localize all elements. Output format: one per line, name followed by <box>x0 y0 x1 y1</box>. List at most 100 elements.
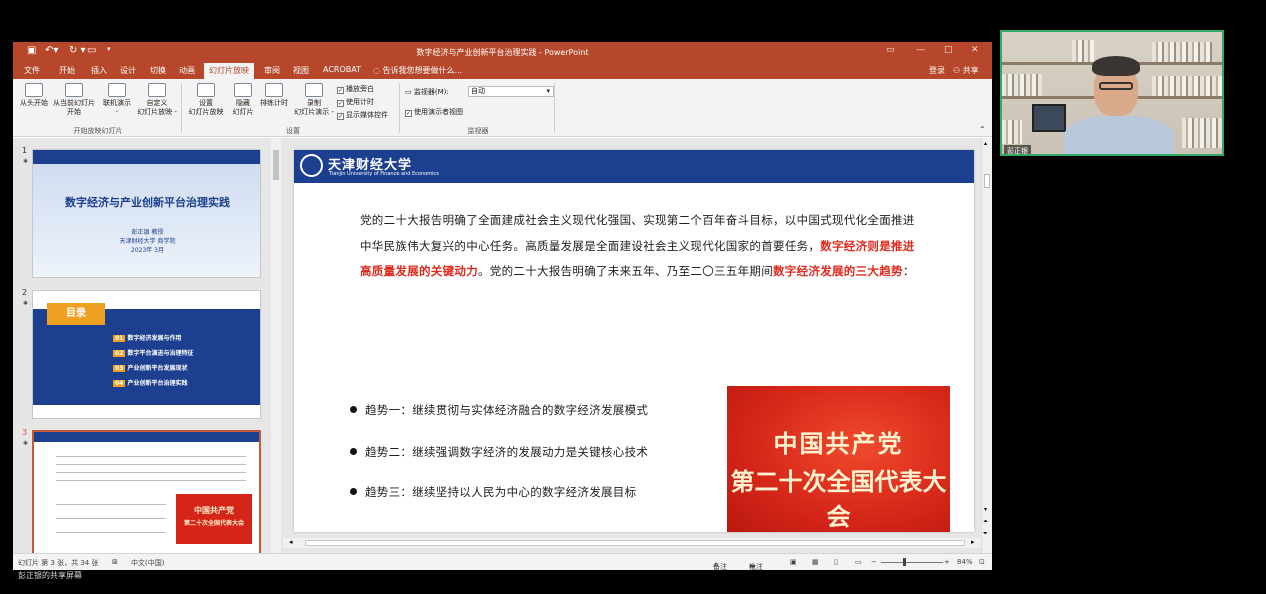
zoom-level[interactable]: 84% <box>957 558 973 566</box>
participant-video[interactable]: 彭正银 <box>1000 30 1224 156</box>
status-bar: 幻灯片 第 3 张，共 34 张 ⊠ 中文(中国) ≛ 备注 ▬ 批注 ▣ ▦ … <box>13 553 992 570</box>
trend-bullet: 趋势三：继续坚持以人民为中心的数字经济发展目标 <box>350 484 636 500</box>
person-shirt <box>1064 116 1174 154</box>
scrollbar-thumb[interactable] <box>984 174 990 188</box>
thumb-background <box>33 164 260 277</box>
narration-checkbox[interactable]: ✓ 播放旁白 <box>337 84 374 94</box>
share-button[interactable]: ⚇ 共享 <box>953 65 979 76</box>
tell-me-box[interactable]: ◌ 告诉我您想要做什么... <box>373 65 462 76</box>
transition-star-icon: ✱ <box>23 158 29 165</box>
participant-name: 彭正银 <box>1004 145 1031 154</box>
rehearse-timings-button[interactable]: 排练计时 <box>257 83 291 108</box>
maximize-icon[interactable]: □ <box>944 45 953 55</box>
collapse-ribbon-icon[interactable]: ⌃ <box>979 125 986 134</box>
thumb-header-bar <box>34 432 259 442</box>
record-icon <box>305 83 323 97</box>
scrollbar-thumb[interactable] <box>305 540 965 546</box>
slide-thumbnails-pane: 1 ✱ 数字经济与产业创新平台治理实践 彭正银 教授 天津财经大学 商学院 20… <box>13 138 283 553</box>
presenter-view-checkbox[interactable]: ✓ 使用演示者视图 <box>405 107 463 117</box>
minimize-icon[interactable]: — <box>916 45 925 55</box>
tab-review[interactable]: 审阅 <box>264 65 280 76</box>
tab-acrobat[interactable]: ACROBAT <box>323 65 361 74</box>
tab-transitions[interactable]: 切换 <box>150 65 166 76</box>
books <box>1152 42 1212 62</box>
ribbon-separator <box>399 83 400 133</box>
slide-thumbnail-1[interactable]: 数字经济与产业创新平台治理实践 彭正银 教授 天津财经大学 商学院 2023年 … <box>32 149 261 278</box>
slide-counter: 幻灯片 第 3 张，共 34 张 <box>18 559 99 567</box>
timings-checkbox[interactable]: ✓ 使用计时 <box>337 97 374 107</box>
tab-insert[interactable]: 插入 <box>91 65 107 76</box>
close-icon[interactable]: ✕ <box>971 45 979 55</box>
tab-animations[interactable]: 动画 <box>179 65 195 76</box>
tab-slideshow[interactable]: 幻灯片放映 <box>204 63 254 79</box>
online-present-icon <box>108 83 126 97</box>
tab-file[interactable]: 文件 <box>24 65 40 76</box>
scroll-up-icon[interactable]: ▴ <box>984 140 987 147</box>
fit-to-window-icon[interactable]: ⊡ <box>979 558 985 566</box>
tab-home[interactable]: 开始 <box>59 65 75 76</box>
university-seal-icon <box>300 154 323 177</box>
bullet-dot-icon <box>350 406 357 413</box>
zoom-slider[interactable] <box>881 562 943 563</box>
slide-header-bar: 天津财经大学 Tianjin University of Finance and… <box>294 150 974 183</box>
login-link[interactable]: 登录 <box>929 65 945 76</box>
person-hair <box>1092 56 1140 76</box>
from-start-button[interactable]: 从头开始 <box>16 83 52 108</box>
setup-icon <box>197 83 215 97</box>
scroll-left-icon[interactable]: ◂ <box>289 538 293 546</box>
scroll-right-icon[interactable]: ▸ <box>971 538 975 546</box>
image-text-line2: 第二十次全国代表大会 <box>730 467 947 531</box>
zoom-out-icon[interactable]: − <box>871 558 877 566</box>
slide-sorter-icon[interactable]: ▦ <box>812 558 819 566</box>
reading-view-icon[interactable]: ▯ <box>834 558 838 566</box>
ribbon-separator <box>181 83 182 133</box>
ribbon: 从头开始 从当前幻灯片 开始 联机演示 - 自定义 幻灯片放映 - 开始放映幻灯… <box>13 79 992 137</box>
ribbon-display-icon[interactable]: ▭ <box>886 45 895 55</box>
thumbnails-scrollbar[interactable] <box>271 138 281 553</box>
group-label-setup: 设置 <box>286 127 300 135</box>
language-indicator[interactable]: 中文(中国) <box>131 558 164 568</box>
tab-view[interactable]: 视图 <box>293 65 309 76</box>
record-slideshow-button[interactable]: 录制 幻灯片演示 - <box>291 83 337 117</box>
group-label-monitors: 监视器 <box>467 127 489 135</box>
normal-view-icon[interactable]: ▣ <box>790 558 797 566</box>
lightbulb-icon: ◌ <box>373 66 383 75</box>
thumb-toc-title: 目录 <box>47 303 105 325</box>
books <box>1002 120 1022 144</box>
spellcheck-icon[interactable]: ⊠ <box>112 558 118 566</box>
slide-paragraph: 党的二十大报告明确了全面建成社会主义现代化强国、实现第二个百年奋斗目标，以中国式… <box>360 213 915 278</box>
horizontal-scrollbar[interactable]: ◂ ▸ <box>283 538 981 548</box>
slide-editor: 天津财经大学 Tianjin University of Finance and… <box>283 138 992 553</box>
monitor-icon: ▭ <box>405 88 414 96</box>
scroll-down-icon[interactable]: ▾ <box>984 506 987 513</box>
hide-slide-button[interactable]: 隐藏 幻灯片 <box>227 83 259 117</box>
slideshow-view-icon[interactable]: ▭ <box>855 558 862 566</box>
hide-slide-icon <box>234 83 252 97</box>
online-present-button[interactable]: 联机演示 - <box>99 83 135 117</box>
powerpoint-window: ▣ ↶▾ ↻ ▾ ▭ ▾ 数字经济与产业创新平台治理实践 - PowerPoin… <box>13 42 992 570</box>
monitor-label: ▭ 监视器(M): <box>405 88 449 96</box>
scrollbar-thumb[interactable] <box>273 150 279 180</box>
slide-thumbnail-2[interactable]: 目录 01 数字经济发展与作用 02 数字平台演进与治理特征 03 产业创新平台… <box>32 290 261 419</box>
setup-slideshow-button[interactable]: 设置 幻灯片放映 <box>185 83 227 117</box>
title-bar: ▣ ↶▾ ↻ ▾ ▭ ▾ 数字经济与产业创新平台治理实践 - PowerPoin… <box>13 42 992 62</box>
university-name-en: Tianjin University of Finance and Econom… <box>329 171 439 177</box>
screen-share-label: 彭正银的共享屏幕 <box>18 571 82 580</box>
media-controls-checkbox[interactable]: ✓ 显示媒体控件 <box>337 110 388 120</box>
from-current-button[interactable]: 从当前幻灯片 开始 <box>51 83 97 117</box>
next-slide-icon[interactable]: ⏷ <box>983 530 988 538</box>
slide-thumbnail-3[interactable]: 中国共产党 第二十次全国代表大会 <box>32 430 261 553</box>
zoom-slider-thumb[interactable] <box>903 558 906 566</box>
custom-slideshow-button[interactable]: 自定义 幻灯片放映 - <box>135 83 179 117</box>
congress-image: 中国共产党 第二十次全国代表大会 <box>727 386 950 532</box>
user-icon: ⚇ <box>953 66 961 75</box>
books <box>1182 118 1222 148</box>
previous-slide-icon[interactable]: ⏶ <box>983 518 988 526</box>
monitor-select[interactable]: 自动 ▾ <box>468 86 554 97</box>
tab-design[interactable]: 设计 <box>120 65 136 76</box>
group-label-start: 开始放映幻灯片 <box>73 127 123 135</box>
trend-bullet: 趋势一：继续贯彻与实体经济融合的数字经济发展模式 <box>350 402 648 418</box>
vertical-scrollbar[interactable]: ▴ ▾ ⏶ ⏷ <box>981 138 992 553</box>
current-slide[interactable]: 天津财经大学 Tianjin University of Finance and… <box>294 150 974 532</box>
zoom-in-icon[interactable]: + <box>944 558 950 566</box>
